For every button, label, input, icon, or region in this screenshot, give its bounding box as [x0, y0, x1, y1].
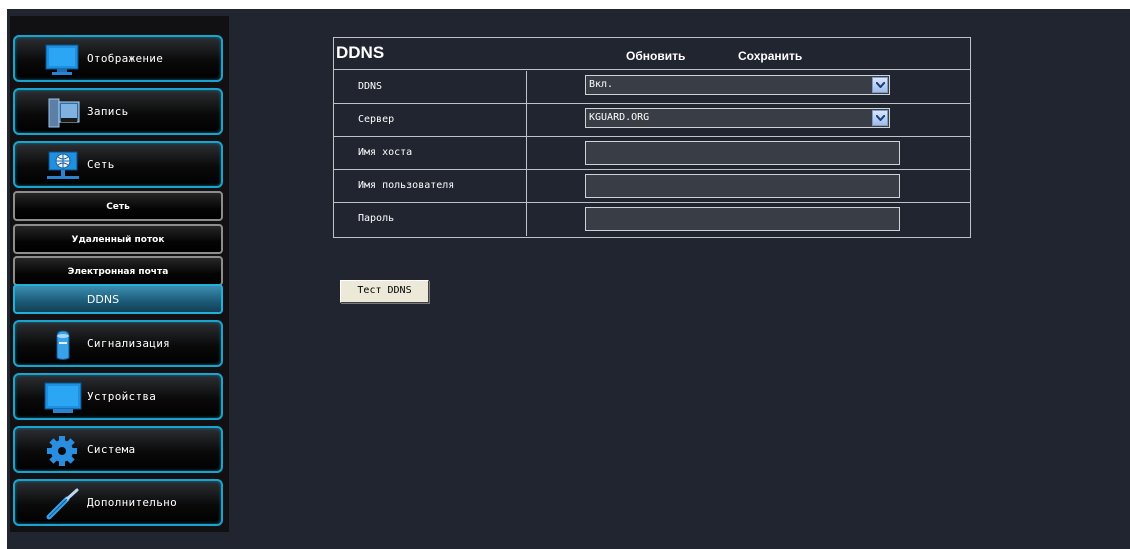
username-row: Имя пользователя: [334, 170, 970, 203]
nav-system-label: Система: [87, 443, 136, 456]
subnav-email-button[interactable]: Электронная почта: [13, 256, 223, 286]
chevron-down-icon[interactable]: [872, 110, 888, 126]
server-label: Сервер: [358, 114, 395, 125]
password-row: Пароль: [334, 203, 970, 236]
subnav-ddns-button[interactable]: DDNS: [13, 284, 223, 314]
ddns-enable-label: DDNS: [358, 81, 383, 92]
chevron-down-icon[interactable]: [872, 77, 888, 93]
nav-display-button[interactable]: Отображение: [13, 35, 223, 82]
server-row: Сервер KGUARD.ORG: [334, 104, 970, 137]
wrench-icon: [43, 487, 83, 521]
nav-record-label: Запись: [87, 105, 129, 118]
film-icon: [43, 96, 83, 130]
hostname-label: Имя хоста: [358, 147, 413, 158]
nav-display-label: Отображение: [87, 52, 164, 65]
subnav-email-label: Электронная почта: [67, 267, 169, 277]
subnav-remote-stream-label: Удаленный поток: [71, 235, 165, 245]
nav-devices-button[interactable]: Устройства: [13, 373, 223, 420]
ddns-enable-select[interactable]: Вкл.: [585, 75, 890, 95]
ddns-header: DDNS Обновить Сохранить: [334, 38, 970, 70]
nav-alarm-button[interactable]: Сигнализация: [13, 320, 223, 367]
nav-record-button[interactable]: Запись: [13, 88, 223, 135]
save-button[interactable]: Сохранить: [738, 49, 802, 63]
username-label: Имя пользователя: [358, 180, 455, 191]
monitor-icon: [43, 43, 83, 77]
ddns-settings-table: DDNS Обновить Сохранить DDNS Вкл. Сервер…: [333, 37, 971, 238]
nav-advanced-label: Дополнительно: [87, 496, 177, 509]
devices-icon: [43, 381, 83, 415]
subnav-remote-stream-button[interactable]: Удаленный поток: [13, 224, 223, 254]
sidebar: Отображение Запись Сеть Сеть Удаленный п…: [10, 16, 229, 532]
username-input[interactable]: [585, 174, 900, 198]
nav-alarm-label: Сигнализация: [87, 337, 171, 350]
ddns-enable-value: Вкл.: [589, 79, 614, 90]
ddns-enable-row: DDNS Вкл.: [334, 71, 970, 104]
nav-network-button[interactable]: Сеть: [13, 141, 223, 188]
page-title: DDNS: [336, 43, 385, 62]
server-select[interactable]: KGUARD.ORG: [585, 108, 890, 128]
password-input[interactable]: [585, 207, 900, 231]
server-value: KGUARD.ORG: [589, 112, 650, 123]
subnav-network-button[interactable]: Сеть: [13, 191, 223, 221]
subnav-network-label: Сеть: [106, 202, 130, 212]
password-label: Пароль: [358, 213, 395, 224]
hostname-row: Имя хоста: [334, 137, 970, 170]
nav-network-label: Сеть: [87, 158, 115, 171]
subnav-ddns-label: DDNS: [86, 293, 120, 306]
network-icon: [43, 149, 83, 183]
refresh-button[interactable]: Обновить: [626, 49, 685, 63]
alarm-icon: [43, 328, 83, 362]
test-ddns-button[interactable]: Тест DDNS: [340, 280, 429, 303]
nav-system-button[interactable]: Система: [13, 426, 223, 473]
gear-icon: [43, 434, 83, 468]
nav-devices-label: Устройства: [87, 390, 157, 403]
hostname-input[interactable]: [585, 141, 900, 165]
nav-advanced-button[interactable]: Дополнительно: [13, 479, 223, 526]
